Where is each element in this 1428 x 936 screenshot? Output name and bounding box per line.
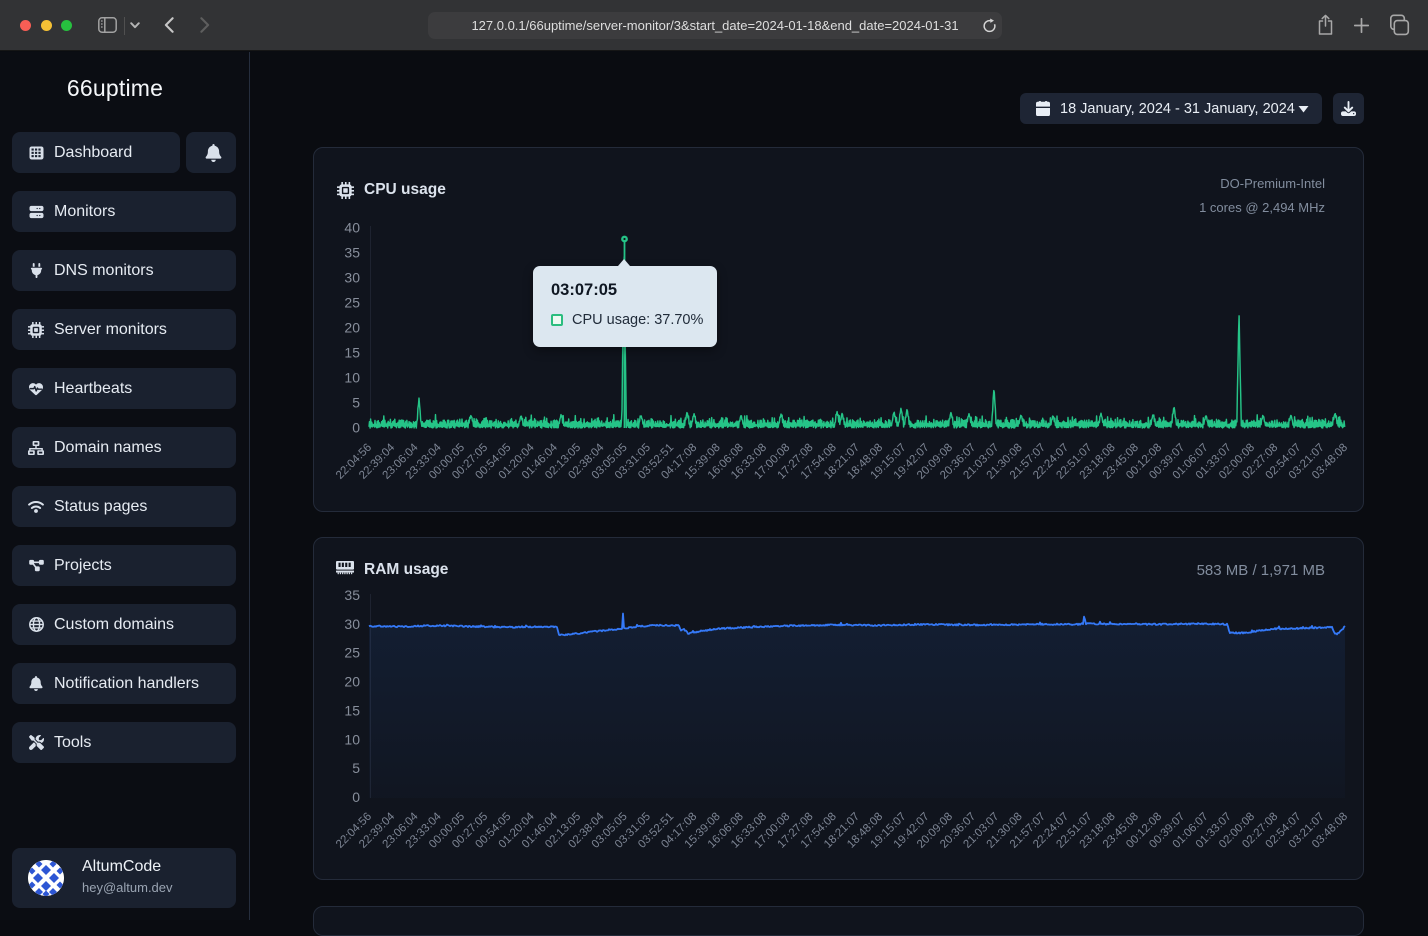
svg-text:5: 5	[352, 395, 360, 411]
svg-text:0: 0	[352, 789, 360, 805]
svg-text:25: 25	[344, 295, 360, 311]
svg-text:10: 10	[344, 731, 360, 747]
svg-text:20: 20	[344, 674, 360, 690]
svg-text:20: 20	[344, 320, 360, 336]
svg-text:40: 40	[344, 220, 360, 236]
svg-text:15: 15	[344, 702, 360, 718]
svg-text:30: 30	[344, 270, 360, 286]
svg-text:25: 25	[344, 645, 360, 661]
svg-text:35: 35	[344, 245, 360, 261]
svg-text:0: 0	[352, 420, 360, 436]
svg-text:10: 10	[344, 370, 360, 386]
svg-text:15: 15	[344, 345, 360, 361]
svg-text:35: 35	[344, 587, 360, 603]
svg-text:30: 30	[344, 616, 360, 632]
svg-text:5: 5	[352, 760, 360, 776]
